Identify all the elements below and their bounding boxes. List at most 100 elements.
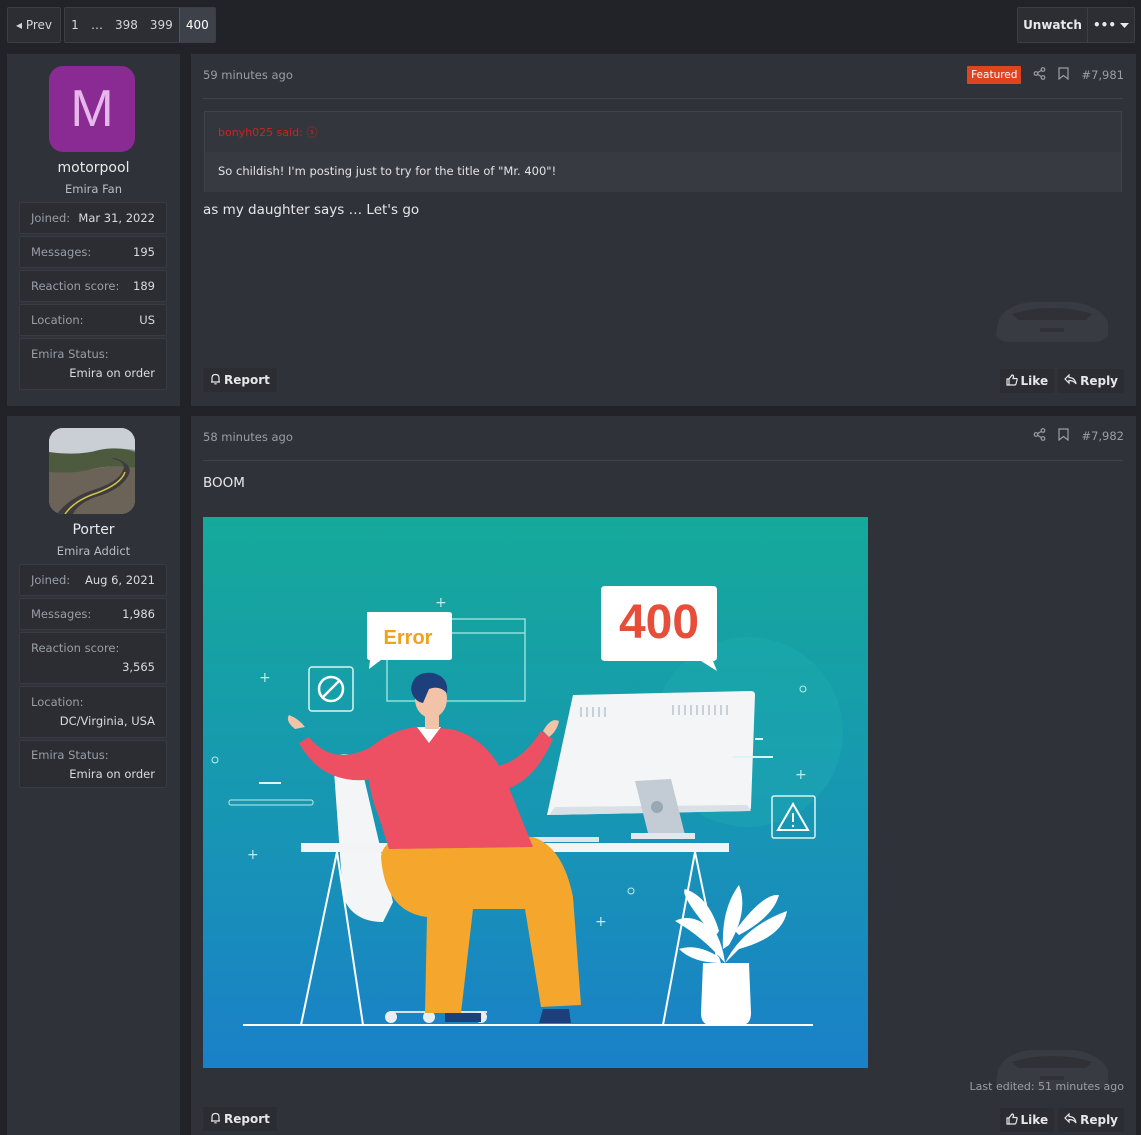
pagination: ◂ Prev 1 … 398 399 400 [7,7,216,43]
bookmark-icon[interactable] [1058,67,1070,83]
stat-value: Emira on order [69,366,155,380]
stat-label: Messages: [31,607,92,621]
report-button[interactable]: Report [203,1107,277,1131]
stat-reaction-score: Reaction score: 3,565 [19,632,167,684]
report-label: Report [224,1112,270,1126]
post-body: 58 minutes ago #7,982 BOOM Error 400 + +… [191,416,1136,1135]
message-text: as my daughter says … Let's go [203,202,420,218]
stat-emira-status: Emira Status: Emira on order [19,338,167,390]
message-text: BOOM [203,475,245,491]
stat-label: Reaction score: [31,641,120,655]
stat-value: DC/Virginia, USA [59,714,155,728]
user-title: Emira Fan [65,182,122,196]
stat-label: Location: [31,313,84,327]
chevron-down-icon [1120,18,1129,32]
post: Porter Emira Addict Joined: Aug 6, 2021 … [7,416,1136,1135]
share-icon[interactable] [1033,67,1046,83]
post: M motorpool Emira Fan Joined: Mar 31, 20… [7,54,1136,406]
page-list: 1 … 398 399 400 [64,7,216,43]
report-label: Report [224,373,270,387]
featured-badge: Featured [967,66,1022,84]
error-bubble-label: Error [384,627,433,649]
stat-label: Location: [31,695,84,709]
quote-header[interactable]: bonyh025 said: ⓢ [218,124,317,140]
post-time[interactable]: 59 minutes ago [203,68,293,82]
reply-button[interactable]: Reply [1058,1108,1124,1132]
current-page[interactable]: 400 [178,8,215,42]
stat-label: Messages: [31,245,92,259]
car-watermark-icon [990,292,1114,350]
user-panel: Porter Emira Addict Joined: Aug 6, 2021 … [7,416,180,1135]
reply-label: Reply [1080,1113,1118,1127]
thumbs-up-icon [1005,373,1018,389]
last-edited-text: Last edited: 51 minutes ago [969,1080,1124,1093]
page-ellipsis[interactable]: … [85,8,109,42]
like-label: Like [1020,374,1049,388]
user-title: Emira Addict [56,544,131,558]
username[interactable]: motorpool [7,160,180,176]
share-icon[interactable] [1033,428,1046,444]
stat-value: 195 [133,245,155,259]
error-illustration-image: Error 400 + + + + + [203,517,868,1068]
reply-icon [1064,373,1077,388]
svg-text:+: + [795,767,807,783]
prev-page-button[interactable]: ◂ Prev [7,7,61,43]
stat-emira-status: Emira Status: Emira on order [19,740,167,788]
stat-value: US [139,313,155,327]
stat-label: Emira Status: [31,347,109,361]
stat-value: Aug 6, 2021 [84,573,155,587]
post-body: 59 minutes ago Featured #7,981 bonyh025 … [191,54,1136,406]
stat-messages: Messages: 1,986 [19,598,167,630]
bell-icon [210,1112,221,1127]
stat-value: 3,565 [122,660,155,674]
stat-joined: Joined: Aug 6, 2021 [19,564,167,596]
stat-value: 1,986 [122,607,155,621]
reaction-buttons: Like Reply [999,369,1124,393]
username[interactable]: Porter [7,522,180,538]
bookmark-icon[interactable] [1058,428,1070,444]
quote-text: So childish! I'm posting just to try for… [218,164,557,178]
bell-icon [210,373,221,388]
avatar[interactable]: M [49,66,135,152]
road-photo-icon [49,428,135,514]
like-button[interactable]: Like [999,369,1055,393]
thread-actions: Unwatch ••• [1017,7,1135,43]
more-options-button[interactable]: ••• [1088,8,1134,42]
svg-text:+: + [435,595,447,611]
unwatch-button[interactable]: Unwatch [1018,8,1088,42]
report-button[interactable]: Report [203,368,277,392]
page-link[interactable]: 399 [143,8,179,42]
reply-label: Reply [1080,374,1118,388]
thumbs-up-icon [1005,1112,1018,1128]
page-link[interactable]: 398 [109,8,144,42]
reply-icon [1064,1112,1077,1127]
stat-location: Location: DC/Virginia, USA [19,686,167,738]
stat-label: Joined: [31,211,71,225]
stat-location: Location: US [19,304,167,336]
svg-text:+: + [259,670,271,686]
like-button[interactable]: Like [999,1108,1055,1132]
post-time[interactable]: 58 minutes ago [203,430,293,444]
reply-button[interactable]: Reply [1058,369,1124,393]
quote-block: bonyh025 said: ⓢ So childish! I'm postin… [204,111,1122,192]
divider [203,98,1123,99]
svg-text:+: + [595,914,607,930]
stat-value: 189 [133,279,155,293]
post-number[interactable]: #7,981 [1081,68,1124,82]
page-link[interactable]: 1 [65,8,85,42]
post-actions: Featured #7,981 [967,66,1124,84]
svg-text:+: + [247,847,259,863]
post-number[interactable]: #7,982 [1081,429,1124,443]
reaction-buttons: Like Reply [999,1108,1124,1132]
avatar[interactable] [49,428,135,514]
stat-label: Emira Status: [31,748,109,762]
quote-body: So childish! I'm posting just to try for… [205,152,1121,192]
stat-label: Reaction score: [31,279,120,293]
stat-label: Joined: [31,573,71,587]
thread-toolbar: ◂ Prev 1 … 398 399 400 Unwatch ••• [0,0,1141,50]
like-label: Like [1020,1113,1049,1127]
error-400-illustration[interactable]: Error 400 + + + + + [203,517,868,1068]
stat-value: Emira on order [69,767,155,781]
divider [203,460,1123,461]
code-bubble-label: 400 [619,596,699,649]
